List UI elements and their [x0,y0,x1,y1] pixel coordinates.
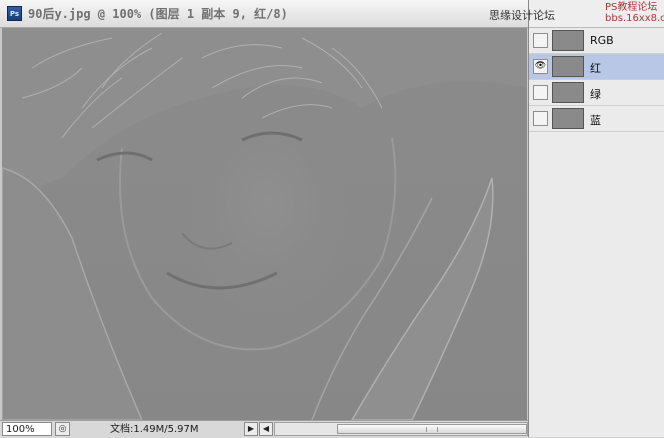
hair-area [2,28,527,198]
watermark-logo: PS教程论坛 bbs.16xx8.com [605,2,664,24]
channel-thumbnail-blue [552,108,584,129]
channel-thumbnail-red [552,56,584,77]
panel-header-text: 思缘设计论坛 [489,9,555,22]
left-eye [96,151,153,162]
scroll-grip-icon [426,427,438,432]
channel-row-rgb[interactable]: RGB [529,28,664,54]
right-eye [241,131,303,142]
right-hand [351,177,494,420]
document-size-info[interactable]: 文档:1.49M/5.97M [110,423,199,436]
nose [181,232,233,250]
document-title-bar[interactable]: Ps 90后y.jpg @ 100% (图层 1 副本 9, 红/8) [0,0,528,28]
document-title: 90后y.jpg @ 100% (图层 1 副本 9, 红/8) [28,7,288,21]
horizontal-scroll-thumb[interactable] [337,424,527,434]
face-contour [119,137,397,351]
zoom-level-field[interactable]: 100% [2,422,52,436]
status-bar: 100% ◎ 文档:1.49M/5.97M ▶ ◀ [0,420,528,438]
visibility-toggle-blue[interactable] [533,111,548,126]
channel-thumbnail-rgb [552,30,584,51]
visibility-toggle-green[interactable] [533,85,548,100]
watermark-line-1: PS教程论坛 [605,2,658,13]
image-canvas[interactable] [2,28,527,420]
channel-row-green[interactable]: 绿 [529,80,664,106]
channel-thumbnail-green [552,82,584,103]
visibility-toggle-rgb[interactable] [533,33,548,48]
channels-panel: 思缘设计论坛 PS教程论坛 bbs.16xx8.com RGB 👁 红 绿 蓝 [489,0,664,437]
eye-icon: 👁 [534,61,547,71]
channel-label-blue: 蓝 [590,114,601,127]
panel-header: 思缘设计论坛 PS教程论坛 bbs.16xx8.com [489,0,664,28]
channel-label-red: 红 [590,62,601,75]
photo-high-pass-image [2,28,527,420]
channel-row-blue[interactable]: 蓝 [529,106,664,132]
photoshop-app-icon: Ps [7,6,22,21]
mouth [166,271,278,290]
status-menu-icon[interactable]: ◎ [55,422,70,436]
visibility-toggle-red[interactable]: 👁 [533,59,548,74]
document-window: Ps 90后y.jpg @ 100% (图层 1 副本 9, 红/8) 100%… [0,0,529,438]
horizontal-scrollbar[interactable] [274,422,528,436]
channel-row-red[interactable]: 👁 红 [529,54,664,80]
channel-label-rgb: RGB [590,34,614,47]
watermark-line-2: bbs.16xx8.com [605,13,664,24]
status-expand-arrow-icon[interactable]: ▶ [244,422,258,436]
scroll-left-arrow-icon[interactable]: ◀ [259,422,273,436]
channel-label-green: 绿 [590,88,601,101]
